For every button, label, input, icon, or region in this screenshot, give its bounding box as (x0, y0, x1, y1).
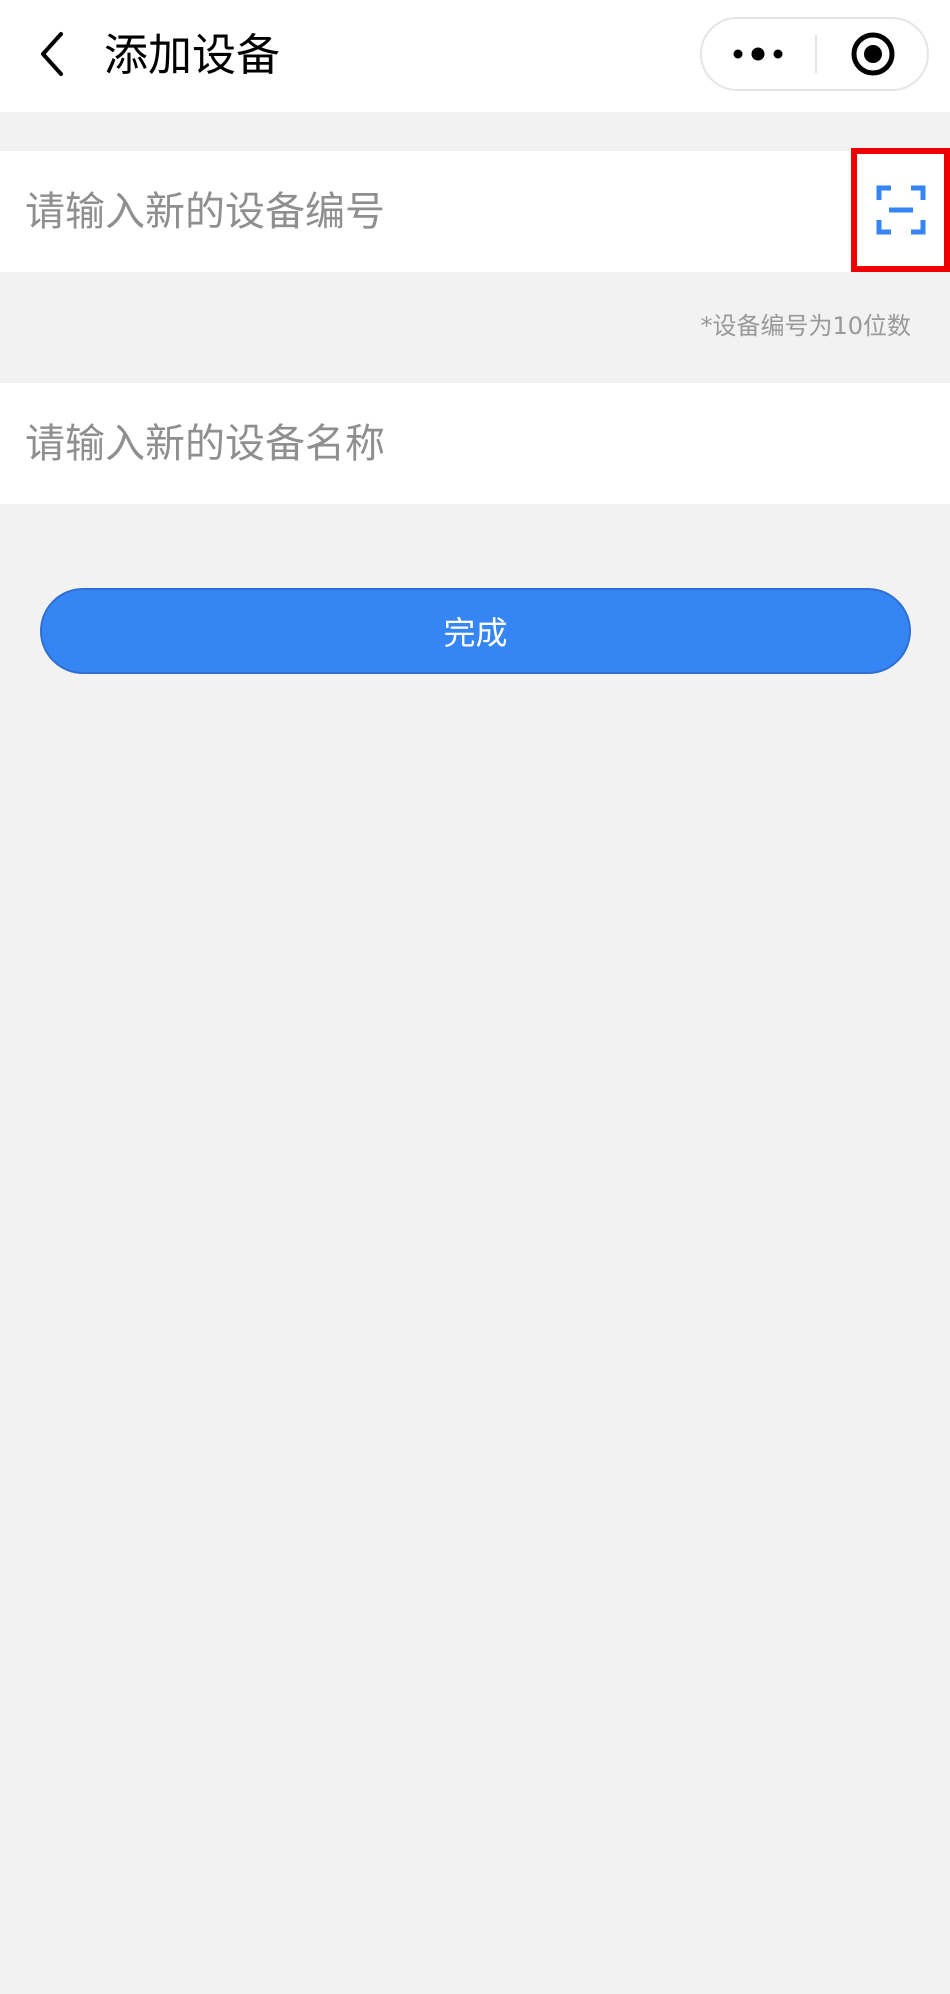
scan-button[interactable] (851, 148, 950, 272)
device-code-hint: *设备编号为10位数 (700, 312, 911, 340)
capsule-divider (815, 35, 817, 73)
mini-program-capsule (700, 17, 929, 91)
page-title: 添加设备 (104, 30, 280, 81)
device-code-row (0, 151, 950, 272)
more-button[interactable] (704, 21, 812, 87)
chevron-left-icon (41, 32, 63, 76)
navigation-bar: 添加设备 (0, 0, 950, 112)
more-dots-icon (733, 47, 783, 61)
device-name-input[interactable] (25, 407, 925, 481)
device-name-row (0, 383, 950, 504)
back-button[interactable] (28, 26, 76, 82)
device-code-input[interactable] (25, 175, 825, 249)
scan-icon (876, 185, 925, 235)
target-circle-icon (851, 32, 895, 76)
done-button[interactable]: 完成 (40, 588, 911, 674)
close-button[interactable] (819, 21, 927, 87)
